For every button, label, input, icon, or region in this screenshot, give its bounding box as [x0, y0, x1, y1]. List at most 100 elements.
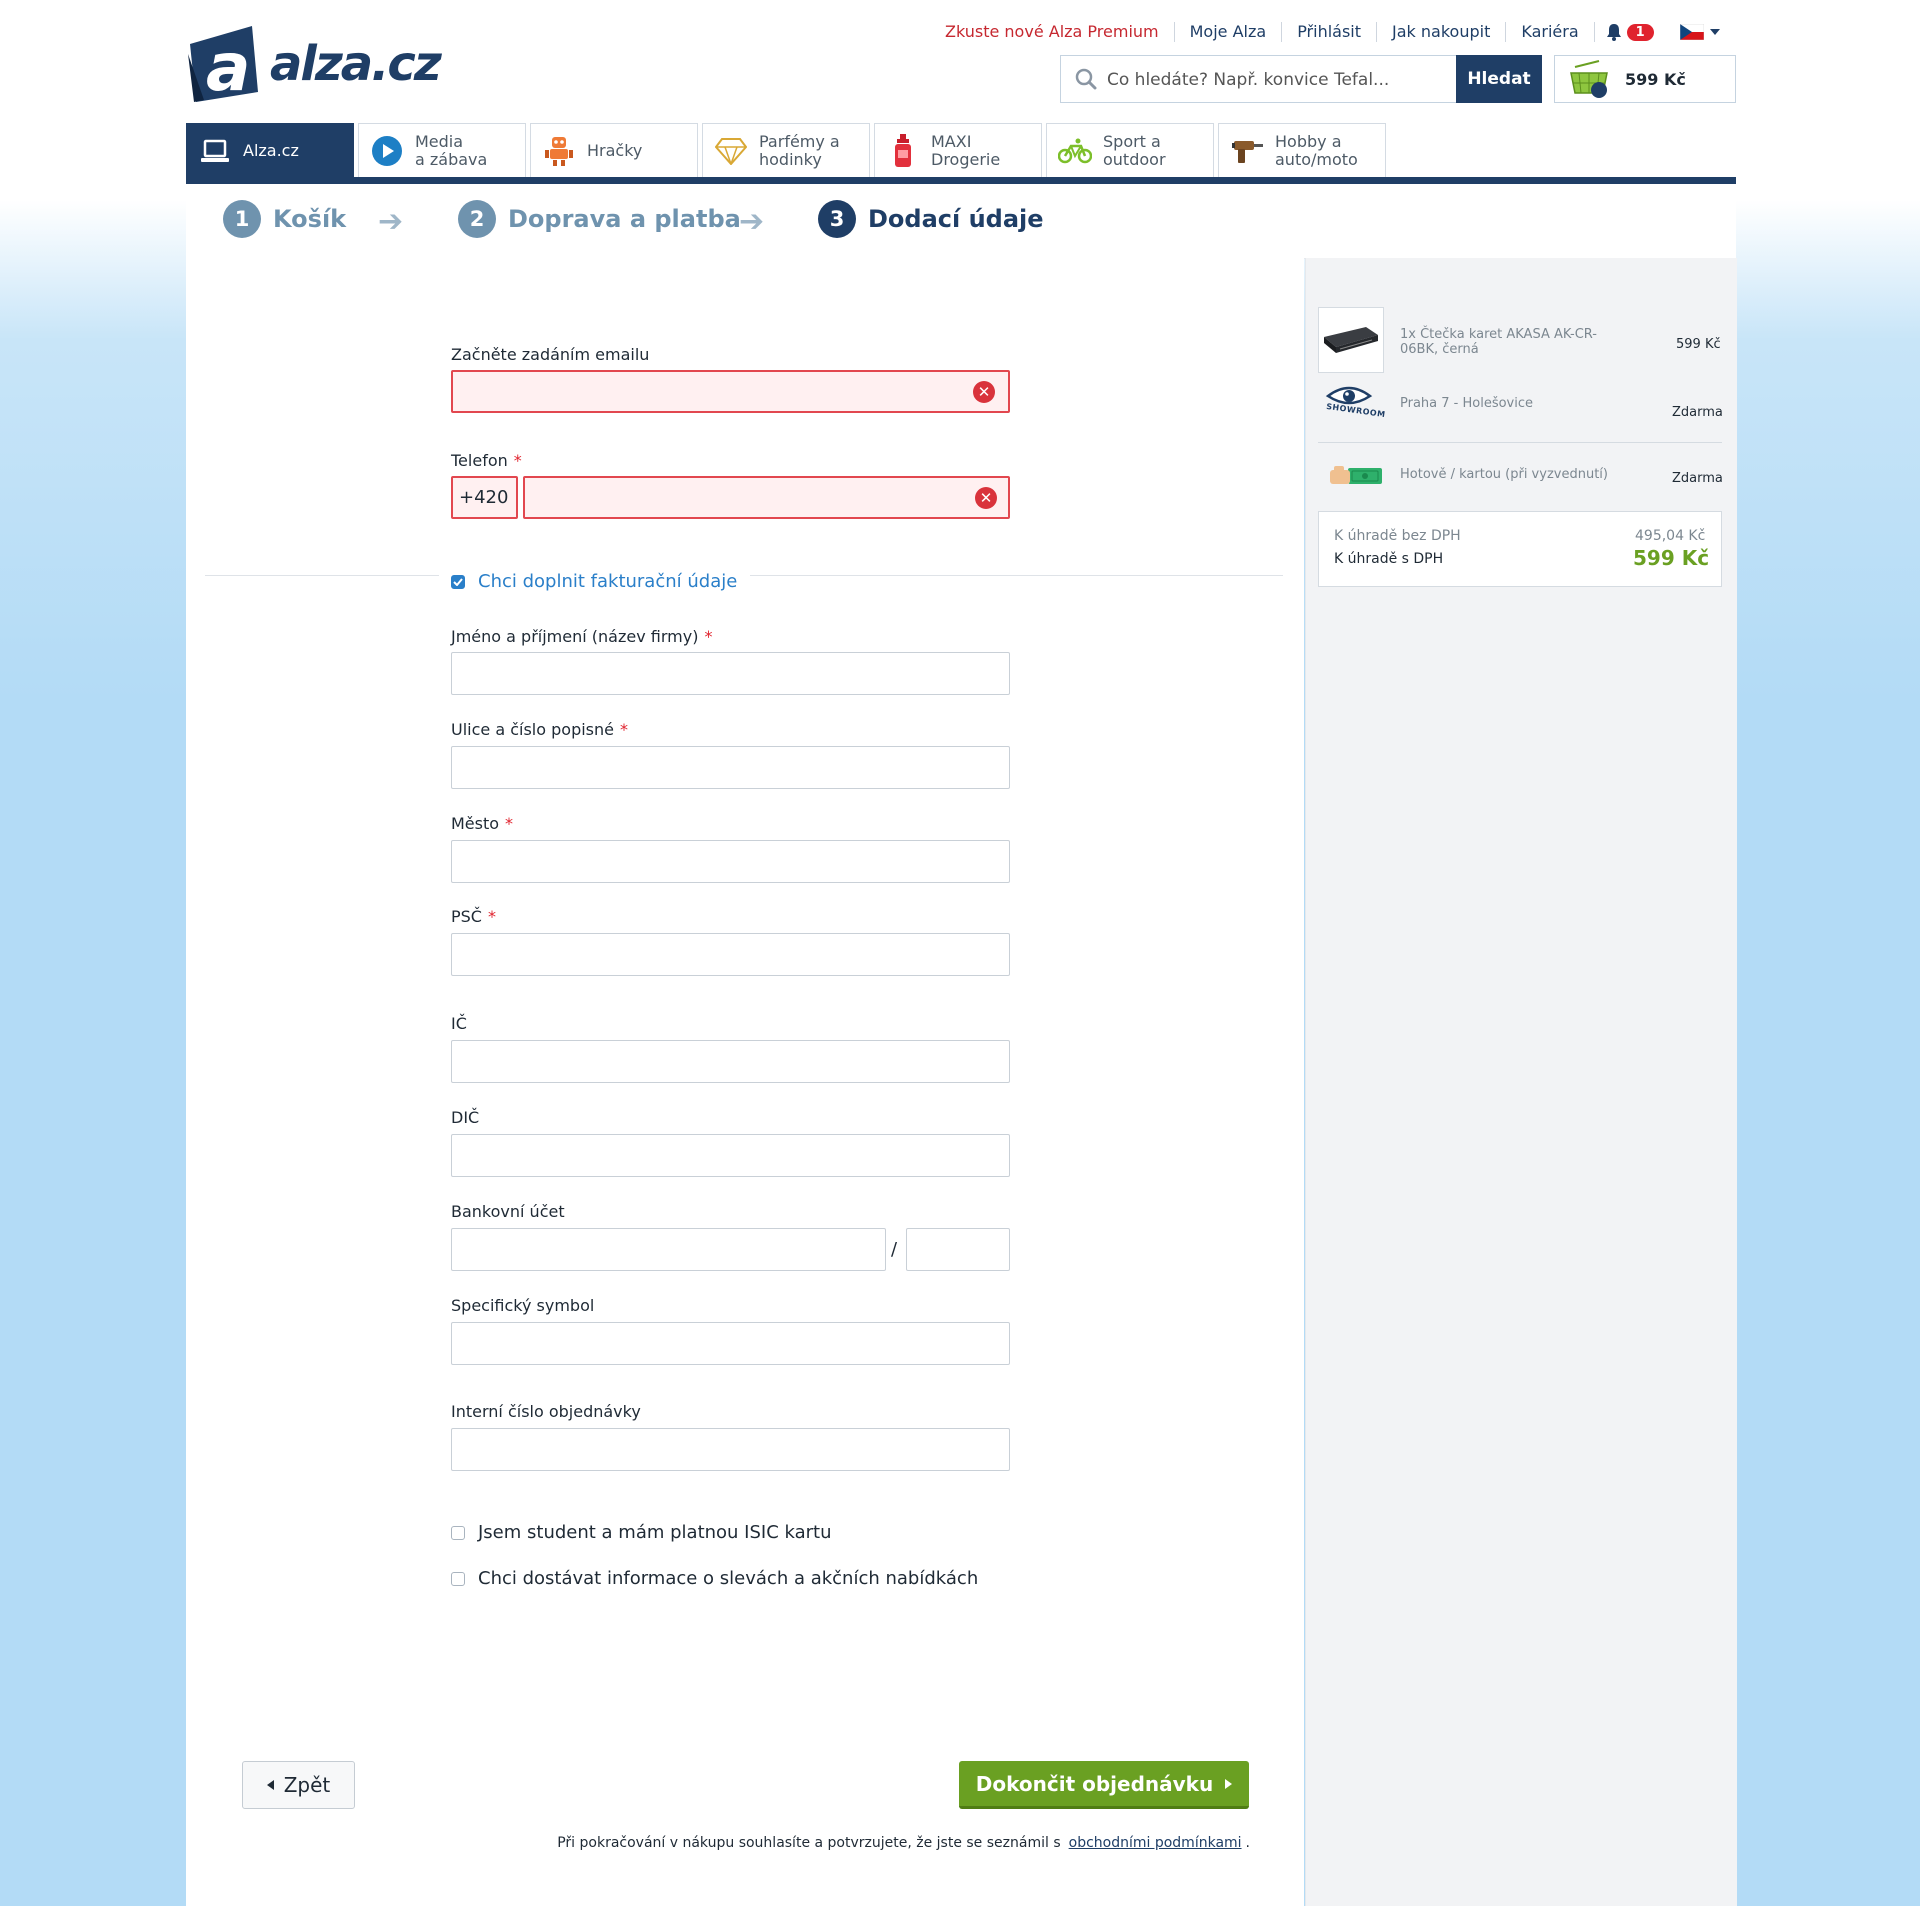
divider	[750, 575, 1283, 576]
back-button[interactable]: Zpět	[242, 1761, 355, 1809]
step-arrow-icon: ➔	[378, 204, 404, 239]
newsletter-checkbox-row[interactable]: Chci dostávat informace o slevách a akčn…	[451, 1568, 978, 1589]
cart-button[interactable]: 1 599 Kč	[1554, 55, 1736, 103]
link-career[interactable]: Kariéra	[1506, 22, 1595, 42]
phone-label: Telefon *	[451, 451, 522, 470]
tab-sport[interactable]: Sport a outdoor	[1046, 123, 1214, 177]
search-box: Hledat	[1060, 55, 1542, 104]
tab-label: MAXI	[931, 131, 972, 151]
tab-perfume[interactable]: Parfémy a hodinky	[702, 123, 870, 177]
bottle-icon	[895, 133, 911, 167]
link-how-to-buy[interactable]: Jak nakoupit	[1377, 22, 1507, 42]
city-label: Město *	[451, 814, 513, 833]
tab-label: Parfémy a	[759, 131, 840, 151]
student-checkbox[interactable]	[451, 1525, 465, 1540]
link-login[interactable]: Přihlásit	[1282, 22, 1378, 42]
tab-toys[interactable]: Hračky	[530, 123, 698, 177]
tab-label: Sport a	[1103, 131, 1161, 151]
notifications-badge: 1	[1626, 23, 1654, 41]
card-reader-image	[1324, 327, 1378, 353]
with-vat-label: K úhradě s DPH	[1334, 551, 1444, 567]
billing-checkbox-row[interactable]: Chci doplnit fakturační údaje	[451, 571, 737, 592]
tab-label: Media	[415, 131, 464, 151]
bank-code-field[interactable]	[906, 1228, 1010, 1271]
cart-count: 1	[1607, 82, 1615, 95]
required-mark: *	[505, 814, 514, 833]
step-number: 1	[223, 200, 261, 238]
bicycle-icon	[1058, 138, 1092, 163]
with-vat-value: 599 Kč	[1633, 546, 1710, 570]
symbol-label: Specifický symbol	[451, 1296, 595, 1315]
product-thumbnail[interactable]	[1318, 307, 1384, 373]
product-name[interactable]: 1x Čtečka karet AKASA AK-CR-06BK, černá	[1400, 327, 1610, 357]
tab-label: Hračky	[587, 140, 643, 160]
name-label: Jméno a příjmení (název firmy) *	[451, 627, 712, 646]
student-checkbox-row[interactable]: Jsem student a mám platnou ISIC kartu	[451, 1522, 832, 1543]
zip-field[interactable]	[451, 933, 1010, 976]
tab-label-2: Drogerie	[931, 149, 1001, 169]
divider	[205, 575, 439, 576]
without-vat-label: K úhradě bez DPH	[1334, 528, 1461, 544]
pickup-location: Praha 7 - Holešovice	[1400, 396, 1534, 411]
tab-label: Hobby a	[1275, 131, 1342, 151]
clear-phone-icon[interactable]: ✕	[975, 487, 997, 509]
dic-field[interactable]	[451, 1134, 1010, 1177]
checkmark-icon	[453, 577, 463, 586]
pickup-price: Zdarma	[1672, 405, 1723, 420]
tab-label: Alza.cz	[243, 140, 299, 160]
phone-field[interactable]	[523, 476, 1010, 519]
order-summary-panel	[1305, 258, 1737, 1906]
language-selector[interactable]	[1679, 24, 1720, 40]
zip-label-text: PSČ	[451, 907, 482, 926]
search-button[interactable]: Hledat	[1456, 55, 1542, 103]
step-label: Košík	[273, 205, 347, 233]
link-my-alza[interactable]: Moje Alza	[1175, 22, 1283, 42]
search-icon	[1075, 68, 1097, 90]
city-field[interactable]	[451, 840, 1010, 883]
bank-account-field[interactable]	[451, 1228, 886, 1271]
step-delivery-details: 3 Dodací údaje	[818, 200, 1044, 238]
order-number-field[interactable]	[451, 1428, 1010, 1471]
terms-link[interactable]: obchodními podmínkami	[1069, 1835, 1242, 1851]
ic-field[interactable]	[451, 1040, 1010, 1083]
name-field[interactable]	[451, 652, 1010, 695]
newsletter-checkbox[interactable]	[451, 1571, 465, 1586]
tab-media[interactable]: Media a zábava	[358, 123, 526, 177]
email-field[interactable]	[451, 370, 1010, 413]
required-mark: *	[704, 627, 713, 646]
laptop-icon	[201, 139, 229, 162]
step-arrow-icon: ➔	[739, 204, 765, 239]
drill-icon	[1232, 140, 1263, 163]
symbol-field[interactable]	[451, 1322, 1010, 1365]
logo-text: alza.cz	[270, 36, 442, 92]
tab-alza[interactable]: Alza.cz	[186, 123, 354, 177]
divider	[1318, 442, 1722, 443]
clear-email-icon[interactable]: ✕	[973, 381, 995, 403]
step-delivery-payment[interactable]: 2 Doprava a platba	[458, 200, 741, 238]
chevron-down-icon	[1709, 29, 1720, 35]
phone-prefix[interactable]: +420	[451, 476, 518, 519]
product-price: 599 Kč	[1676, 337, 1721, 352]
phone-label-text: Telefon	[451, 451, 508, 470]
terms-note: Při pokračování v nákupu souhlasíte a po…	[470, 1835, 1250, 1851]
link-premium[interactable]: Zkuste nové Alza Premium	[940, 22, 1175, 42]
billing-checkbox[interactable]	[451, 574, 465, 589]
bell-icon	[1606, 24, 1621, 41]
alza-logo[interactable]: a alza.cz	[186, 24, 446, 106]
search-input[interactable]	[1105, 56, 1449, 104]
diamond-icon	[715, 137, 747, 165]
ic-label: IČ	[451, 1014, 467, 1033]
street-field[interactable]	[451, 746, 1010, 789]
top-links: Zkuste nové Alza Premium Moje Alza Přihl…	[940, 20, 1720, 44]
notifications-button[interactable]: 1	[1595, 23, 1654, 41]
finish-order-button[interactable]: Dokončit objednávku	[959, 1761, 1249, 1809]
city-label-text: Město	[451, 814, 500, 833]
tab-drugstore[interactable]: MAXI Drogerie	[874, 123, 1042, 177]
terms-end: .	[1245, 1835, 1250, 1851]
czech-flag-icon	[1679, 24, 1704, 40]
tab-hobby[interactable]: Hobby a auto/moto	[1218, 123, 1386, 177]
tab-label-2: auto/moto	[1275, 149, 1358, 169]
back-button-label: Zpět	[283, 1773, 331, 1797]
step-cart[interactable]: 1 Košík	[223, 200, 346, 238]
tabs-underline	[186, 177, 1736, 184]
